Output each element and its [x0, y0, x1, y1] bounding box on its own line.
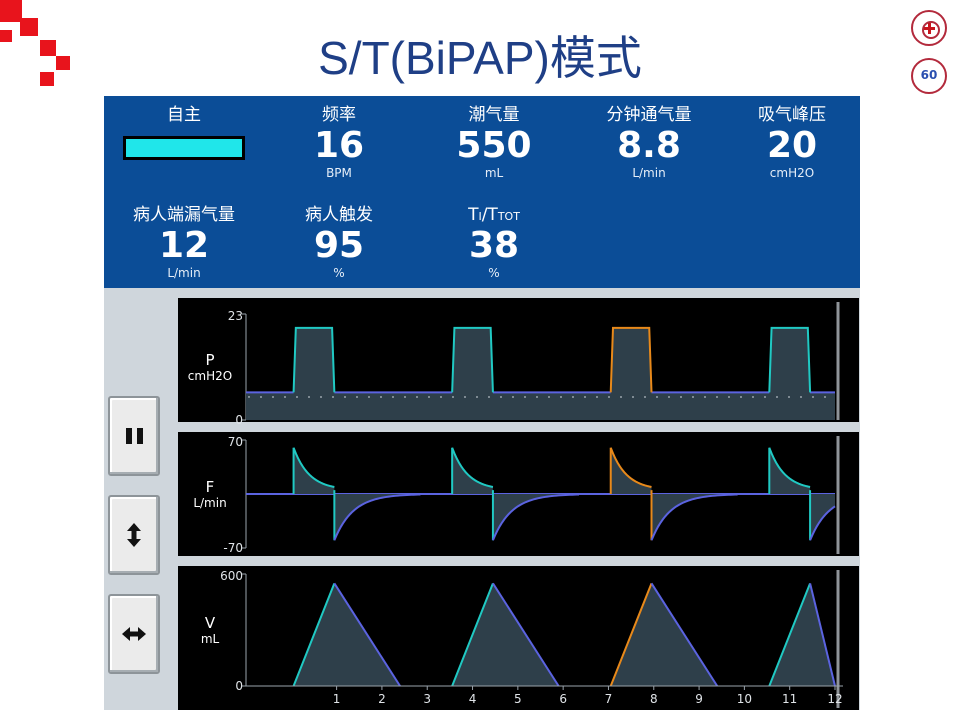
x-tick-label: 1	[333, 692, 341, 706]
x-tick-label: 5	[514, 692, 522, 706]
y-axis-label: F	[206, 478, 215, 496]
y-tick-label: 0	[235, 679, 243, 693]
y-axis-label: V	[205, 614, 216, 632]
y-tick-label: 0	[235, 413, 243, 427]
x-tick-label: 11	[782, 692, 797, 706]
x-tick-label: 6	[559, 692, 567, 706]
y-tick-label: -70	[223, 541, 243, 555]
decorative-square	[0, 0, 22, 22]
y-axis-unit: cmH2O	[188, 369, 232, 383]
y-axis-unit: L/min	[193, 496, 226, 510]
x-tick-label: 9	[695, 692, 703, 706]
slide-title: S/T(BiPAP)模式	[318, 32, 642, 84]
x-tick-label: 7	[605, 692, 613, 706]
y-tick-label: 70	[228, 435, 243, 449]
ventilator-screen: 自主 频率 16 BPM 潮气量 550 mL 分钟通气量 8.8 L/min …	[104, 96, 860, 710]
x-tick-label: 3	[423, 692, 431, 706]
anniversary-logo: 60	[911, 58, 947, 94]
x-tick-label: 4	[469, 692, 477, 706]
y-tick-label: 23	[228, 309, 243, 323]
y-tick-label: 600	[220, 569, 243, 583]
x-tick-label: 12	[827, 692, 842, 706]
y-axis-label: P	[205, 351, 214, 369]
x-tick-label: 2	[378, 692, 386, 706]
x-tick-label: 10	[737, 692, 752, 706]
waveform-charts: 230PcmH2O70-70FL/min6000VmL1 2 3 4 5 6 7 8 9 10 11…	[178, 298, 859, 710]
hospital-logo	[911, 10, 947, 46]
x-tick-label: 8	[650, 692, 658, 706]
y-axis-unit: mL	[201, 632, 220, 646]
